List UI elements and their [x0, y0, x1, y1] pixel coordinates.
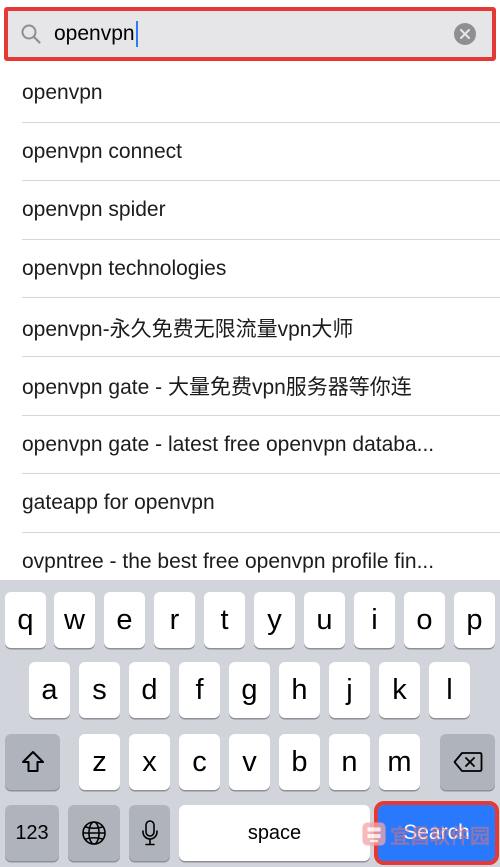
- key-p[interactable]: p: [454, 592, 495, 648]
- suggestion-text: openvpn spider: [22, 198, 166, 222]
- key-u[interactable]: u: [304, 592, 345, 648]
- key-o[interactable]: o: [404, 592, 445, 648]
- suggestion-text: openvpn gate - 大量免费vpn服务器等你连: [22, 376, 412, 400]
- numbers-key[interactable]: 123: [5, 805, 59, 861]
- search-field[interactable]: openvpn: [4, 7, 496, 61]
- suggestion-text: openvpn technologies: [22, 257, 227, 281]
- key-i[interactable]: i: [354, 592, 395, 648]
- key-e[interactable]: e: [104, 592, 145, 648]
- suggestion-item[interactable]: openvpn spider: [0, 181, 500, 240]
- suggestion-text: ovpntree - the best free openvpn profile…: [22, 550, 435, 574]
- suggestions-list: openvpn openvpn connect openvpn spider o…: [0, 64, 500, 580]
- search-bar: openvpn: [0, 0, 500, 64]
- key-w[interactable]: w: [54, 592, 95, 648]
- suggestion-item[interactable]: gateapp for openvpn: [0, 474, 500, 533]
- suggestion-item[interactable]: openvpn gate - latest free openvpn datab…: [0, 416, 500, 475]
- key-z[interactable]: z: [79, 734, 120, 790]
- key-l[interactable]: l: [429, 662, 470, 718]
- backspace-key[interactable]: [440, 734, 495, 790]
- key-g[interactable]: g: [229, 662, 270, 718]
- shift-key[interactable]: [5, 734, 60, 790]
- key-f[interactable]: f: [179, 662, 220, 718]
- backspace-icon: [453, 752, 482, 772]
- suggestion-text: gateapp for openvpn: [22, 491, 215, 515]
- key-q[interactable]: q: [5, 592, 46, 648]
- key-d[interactable]: d: [129, 662, 170, 718]
- suggestion-item[interactable]: openvpn connect: [0, 123, 500, 182]
- suggestion-text: openvpn connect: [22, 139, 182, 163]
- keyboard: q w e r t y u i o p a s d f g h j k l z …: [0, 580, 500, 867]
- space-key[interactable]: space: [179, 805, 370, 861]
- suggestion-item[interactable]: ovpntree - the best free openvpn profile…: [0, 533, 500, 580]
- dictation-key[interactable]: [129, 805, 170, 861]
- search-input-text: openvpn: [54, 22, 135, 45]
- key-k[interactable]: k: [379, 662, 420, 718]
- key-j[interactable]: j: [329, 662, 370, 718]
- key-b[interactable]: b: [279, 734, 320, 790]
- suggestion-text: openvpn gate - latest free openvpn datab…: [22, 432, 435, 456]
- shift-icon: [21, 751, 44, 772]
- key-a[interactable]: a: [29, 662, 70, 718]
- globe-icon: [82, 821, 106, 845]
- suggestion-item[interactable]: openvpn technologies: [0, 240, 500, 299]
- search-input[interactable]: openvpn: [48, 14, 454, 54]
- search-icon: [20, 20, 48, 48]
- suggestion-item[interactable]: openvpn-永久免费无限流量vpn大师: [0, 298, 500, 357]
- key-c[interactable]: c: [179, 734, 220, 790]
- key-h[interactable]: h: [279, 662, 320, 718]
- key-y[interactable]: y: [254, 592, 295, 648]
- text-caret: [135, 21, 138, 47]
- clear-icon[interactable]: [454, 23, 476, 45]
- suggestion-text: openvpn-永久免费无限流量vpn大师: [22, 317, 354, 341]
- key-n[interactable]: n: [329, 734, 370, 790]
- key-s[interactable]: s: [79, 662, 120, 718]
- key-m[interactable]: m: [379, 734, 420, 790]
- key-r[interactable]: r: [154, 592, 195, 648]
- microphone-icon: [141, 820, 158, 846]
- search-key[interactable]: Search: [374, 801, 499, 865]
- key-t[interactable]: t: [204, 592, 245, 648]
- suggestion-item[interactable]: openvpn gate - 大量免费vpn服务器等你连: [0, 357, 500, 416]
- globe-key[interactable]: [68, 805, 120, 861]
- suggestion-item[interactable]: openvpn: [0, 64, 500, 123]
- key-v[interactable]: v: [229, 734, 270, 790]
- key-x[interactable]: x: [129, 734, 170, 790]
- suggestion-text: openvpn: [22, 81, 103, 105]
